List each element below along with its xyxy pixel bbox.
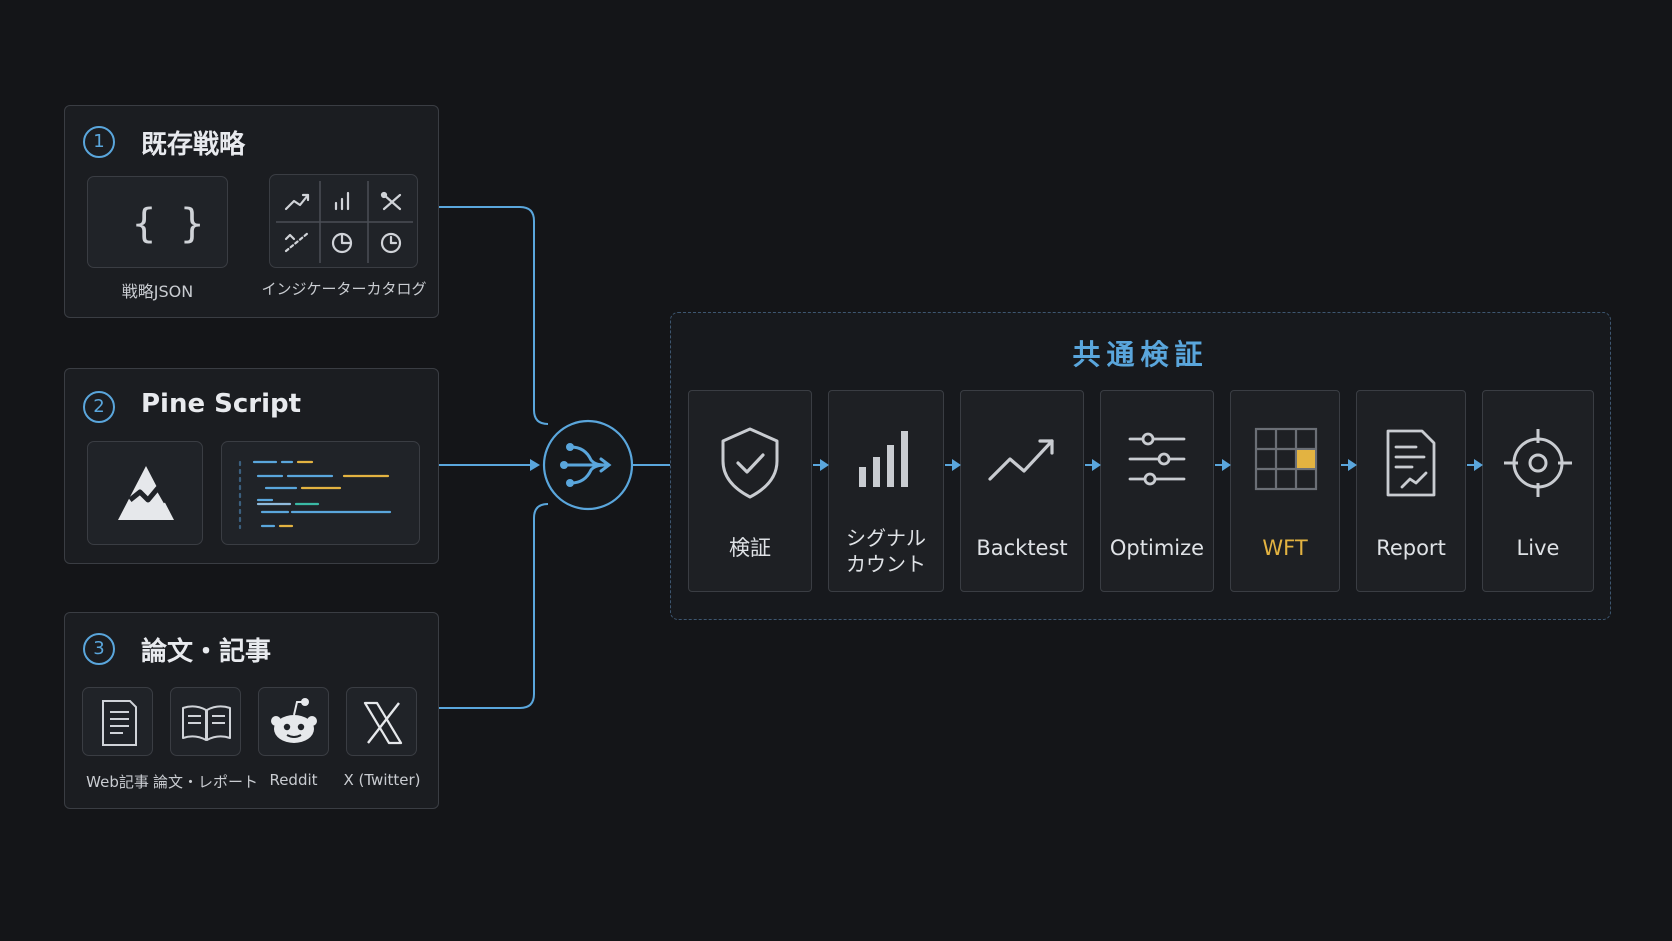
step-live[interactable]: Live <box>1482 390 1594 592</box>
paper-report-tile[interactable] <box>170 687 241 756</box>
item-caption: インジケーターカタログ <box>261 280 427 298</box>
x-twitter-tile[interactable] <box>346 687 417 756</box>
step-label: Optimize <box>1109 536 1205 560</box>
panel-title: 論文・記事 <box>141 637 272 667</box>
indicator-grid-icon <box>276 181 413 263</box>
step-signal-count[interactable]: シグナル カウント <box>828 390 944 592</box>
step-label: Live <box>1516 536 1560 560</box>
panel-title: 既存戦略 <box>141 130 246 160</box>
step-label-line: シグナル <box>846 526 926 550</box>
trend-up-icon <box>988 439 1054 481</box>
source-panel-existing-strategy: 1 既存戦略 { } 戦略JSON インジケーターカタログ <box>64 105 439 318</box>
step-label: シグナル カウント <box>829 525 943 577</box>
item-caption: Web記事 <box>86 773 149 791</box>
code-lines-icon <box>238 460 392 530</box>
document-icon <box>102 700 137 746</box>
item-caption: 戦略JSON <box>121 282 194 301</box>
reddit-tile[interactable] <box>258 687 329 756</box>
reddit-icon <box>271 698 317 743</box>
step-label: 検証 <box>729 536 771 560</box>
pine-logo-tile[interactable] <box>87 441 203 545</box>
crosshair-icon <box>1504 429 1572 497</box>
curly-braces-icon: { } <box>132 201 204 247</box>
source-panel-pine-script: 2 Pine Script <box>64 368 439 564</box>
step-number-badge: 3 <box>83 633 115 665</box>
svg-text:{ }: { } <box>132 201 204 247</box>
mountain-logo-icon <box>118 466 174 520</box>
item-caption: X (Twitter) <box>343 771 421 789</box>
connector-source-1 <box>438 206 549 425</box>
item-caption: 論文・レポート <box>153 773 259 791</box>
merge-arrows-icon <box>542 419 634 511</box>
step-wft[interactable]: WFT <box>1230 390 1340 592</box>
step-number-badge: 1 <box>83 126 115 158</box>
report-chart-icon <box>1386 429 1436 497</box>
panel-title: Pine Script <box>141 389 302 419</box>
step-number-badge: 2 <box>83 391 115 423</box>
x-logo-icon <box>363 701 403 745</box>
step-label: Backtest <box>976 536 1068 560</box>
step-label-line: カウント <box>846 552 926 576</box>
shield-check-icon <box>721 427 779 499</box>
item-caption: Reddit <box>269 771 318 789</box>
strategy-json-tile[interactable]: { } <box>87 176 228 268</box>
arrowhead-source-2 <box>530 459 540 471</box>
web-article-tile[interactable] <box>82 687 153 756</box>
step-report[interactable]: Report <box>1356 390 1466 592</box>
step-label: WFT <box>1262 536 1308 560</box>
connector-source-3 <box>438 503 549 709</box>
signal-bars-icon <box>859 431 908 487</box>
group-title: 共通検証 <box>1072 338 1209 371</box>
indicator-catalog-tile[interactable] <box>269 174 418 268</box>
step-optimize[interactable]: Optimize <box>1100 390 1214 592</box>
pine-code-tile[interactable] <box>221 441 420 545</box>
step-label: Report <box>1376 536 1446 560</box>
step-backtest[interactable]: Backtest <box>960 390 1084 592</box>
step-verify[interactable]: 検証 <box>688 390 812 592</box>
grid-highlight-icon <box>1254 427 1318 491</box>
sliders-icon <box>1128 432 1186 486</box>
open-book-icon <box>182 705 231 741</box>
source-panel-papers-articles: 3 論文・記事 Web記事 論文・レポート Reddit X (Twitter) <box>64 612 439 809</box>
